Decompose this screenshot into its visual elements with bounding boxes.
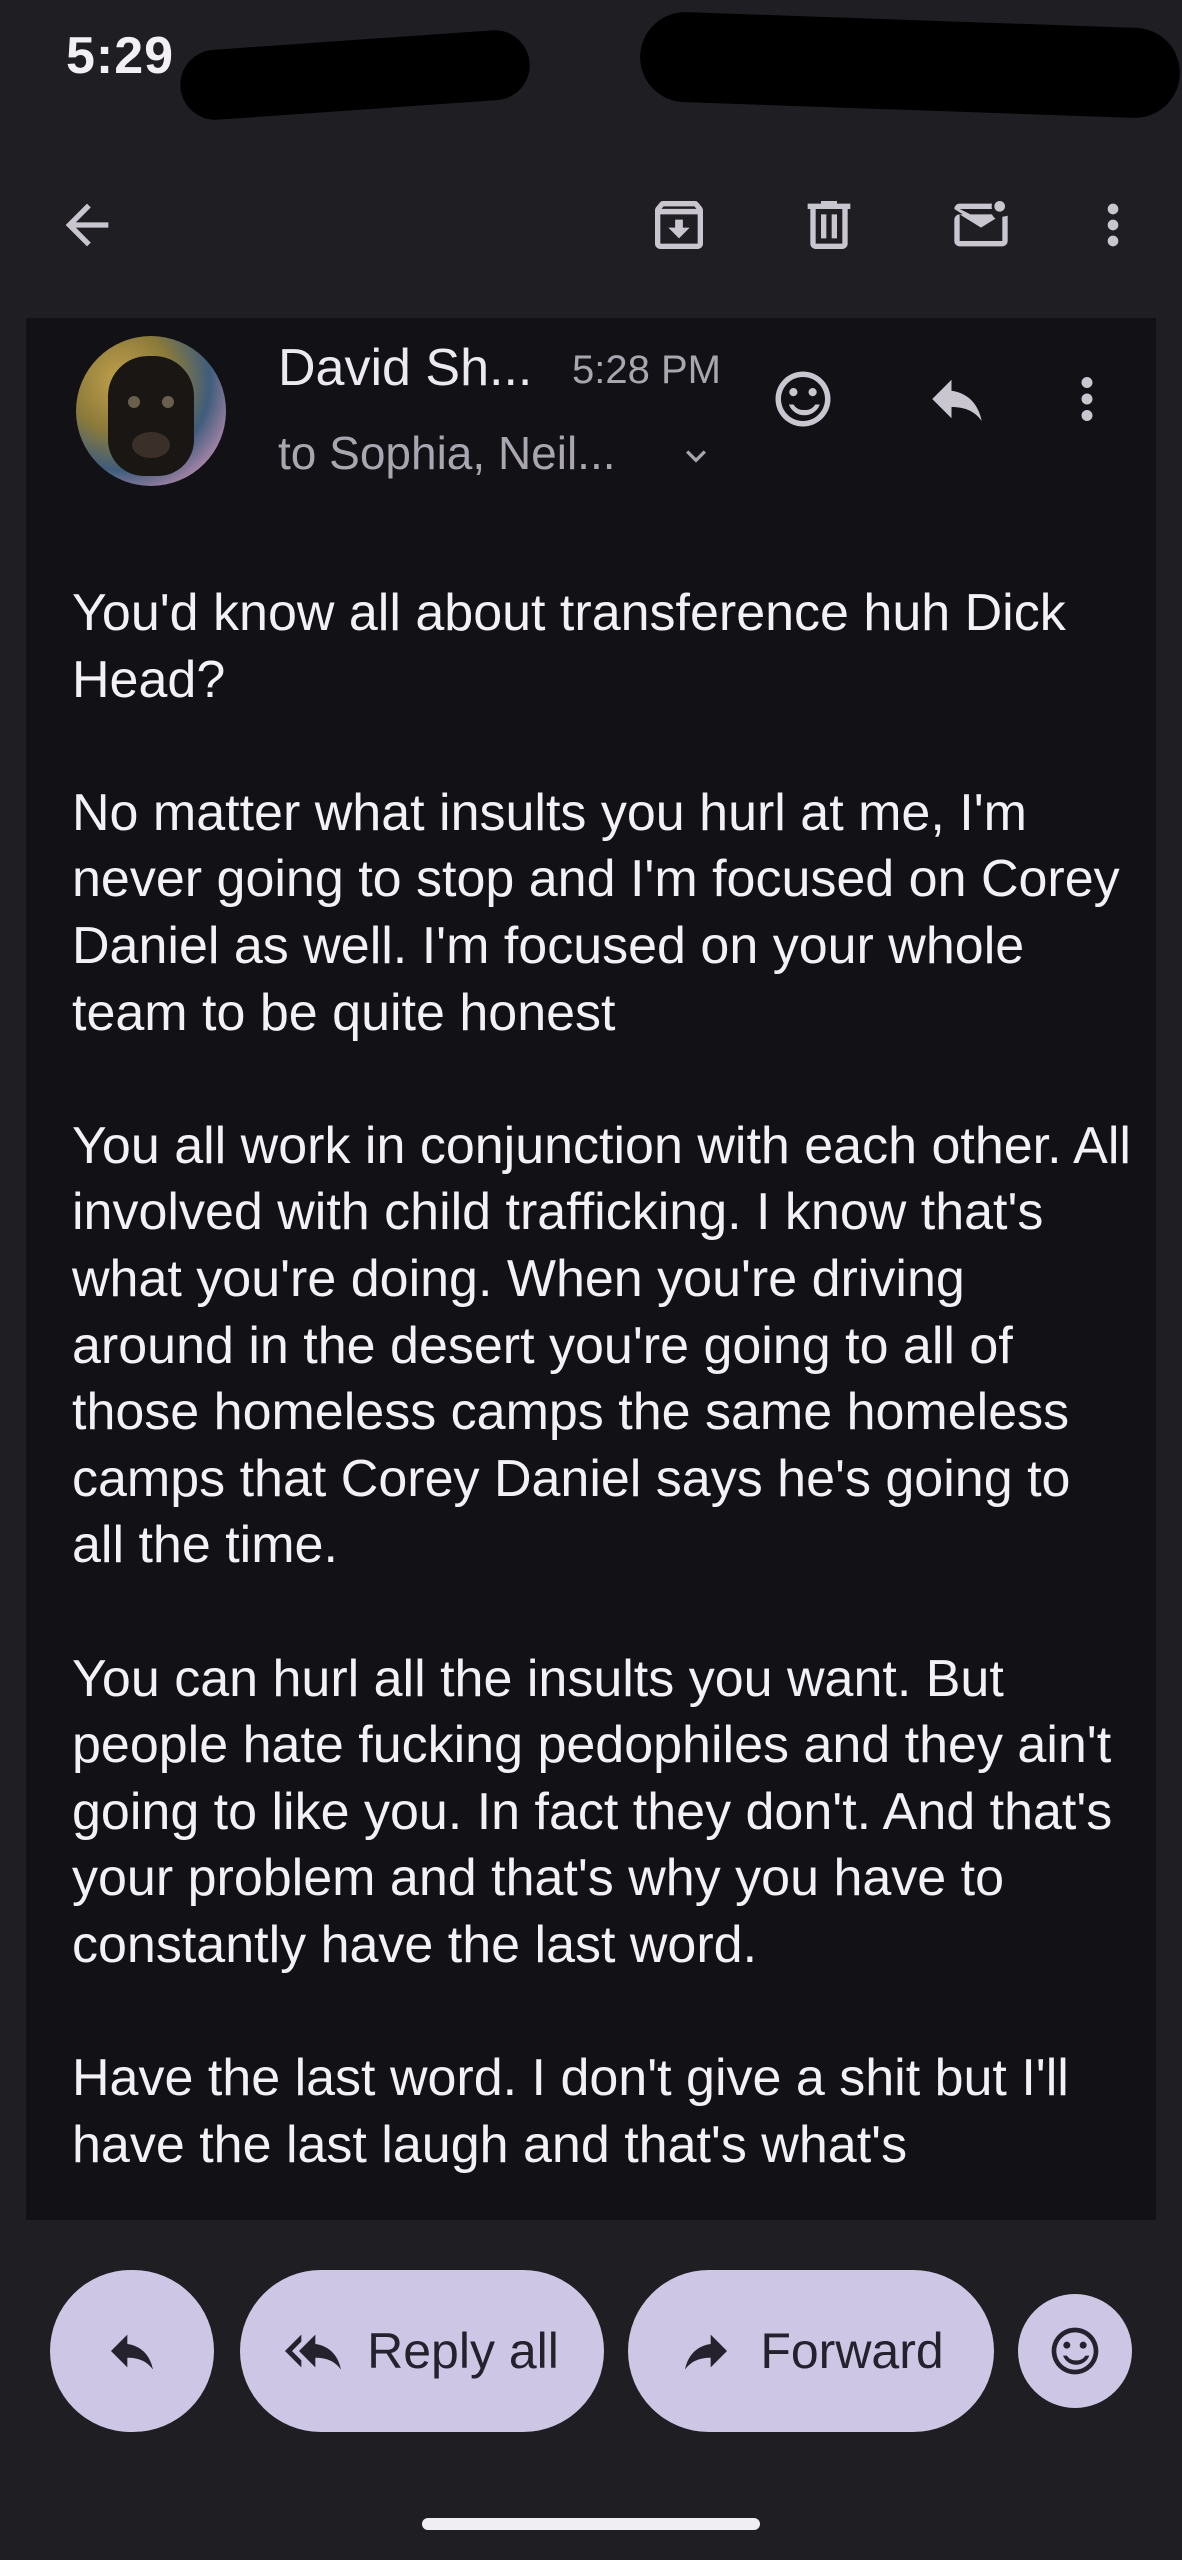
- reply-button[interactable]: [50, 2270, 214, 2432]
- archive-icon: [655, 201, 703, 249]
- reply-all-label: Reply all: [367, 2323, 559, 2379]
- forward-icon: [685, 2334, 728, 2370]
- sent-time: 5:28 PM: [572, 348, 721, 392]
- reply-all-button[interactable]: Reply all: [240, 2270, 604, 2432]
- forward-button[interactable]: Forward: [628, 2270, 994, 2432]
- status-time: 5:29: [66, 27, 175, 85]
- delete-button[interactable]: [784, 180, 874, 270]
- redaction-mark: [177, 27, 533, 123]
- body-paragraph: Have the last word. I don't give a shit …: [72, 2049, 1069, 2174]
- archive-button[interactable]: [634, 180, 724, 270]
- back-button[interactable]: [42, 180, 132, 270]
- forward-label: Forward: [760, 2323, 944, 2379]
- body-paragraph: No matter what insults you hurl at me, I…: [72, 783, 1120, 1042]
- emoji-icon: [775, 371, 831, 427]
- home-indicator[interactable]: [422, 2518, 760, 2530]
- message-card: David Sh... 5:28 PM to Sophia, Neil... Y…: [26, 318, 1156, 2220]
- more-vert-icon: [1081, 377, 1093, 421]
- reply-icon: [932, 379, 982, 421]
- reply-all-icon: [285, 2334, 342, 2370]
- reply-icon: [111, 2334, 153, 2370]
- mail-unread-icon: [954, 201, 1008, 247]
- expand-details-button[interactable]: [676, 436, 716, 476]
- avatar-dog-image: [108, 356, 194, 476]
- more-vert-icon: [1107, 203, 1119, 247]
- status-bar: 5:29: [0, 0, 1182, 123]
- emoji-icon: [1051, 2327, 1099, 2375]
- body-paragraph: You all work in conjunction with each ot…: [72, 1116, 1131, 1575]
- trash-icon: [807, 201, 851, 249]
- chevron-down-icon: [686, 450, 706, 463]
- body-paragraph: You'd know all about transference huh Di…: [72, 584, 1066, 709]
- add-reaction-pill[interactable]: [1018, 2294, 1132, 2408]
- reply-button-header[interactable]: [914, 356, 1000, 442]
- redaction-mark: [638, 10, 1182, 120]
- message-body: You'd know all about transference huh Di…: [72, 580, 1132, 2220]
- bottom-action-bar: Reply all Forward: [0, 2220, 1182, 2560]
- more-options-button[interactable]: [1068, 180, 1158, 270]
- add-reaction-button[interactable]: [760, 356, 846, 442]
- arrow-back-icon: [65, 203, 109, 247]
- top-toolbar: [0, 150, 1182, 290]
- recipients[interactable]: to Sophia, Neil...: [278, 426, 616, 480]
- message-more-button[interactable]: [1044, 356, 1130, 442]
- sender-name[interactable]: David Sh...: [278, 338, 532, 398]
- mark-unread-button[interactable]: [936, 180, 1026, 270]
- avatar[interactable]: [76, 336, 226, 486]
- body-paragraph: You can hurl all the insults you want. B…: [72, 1649, 1113, 1974]
- avatar-dog-snout: [132, 432, 170, 458]
